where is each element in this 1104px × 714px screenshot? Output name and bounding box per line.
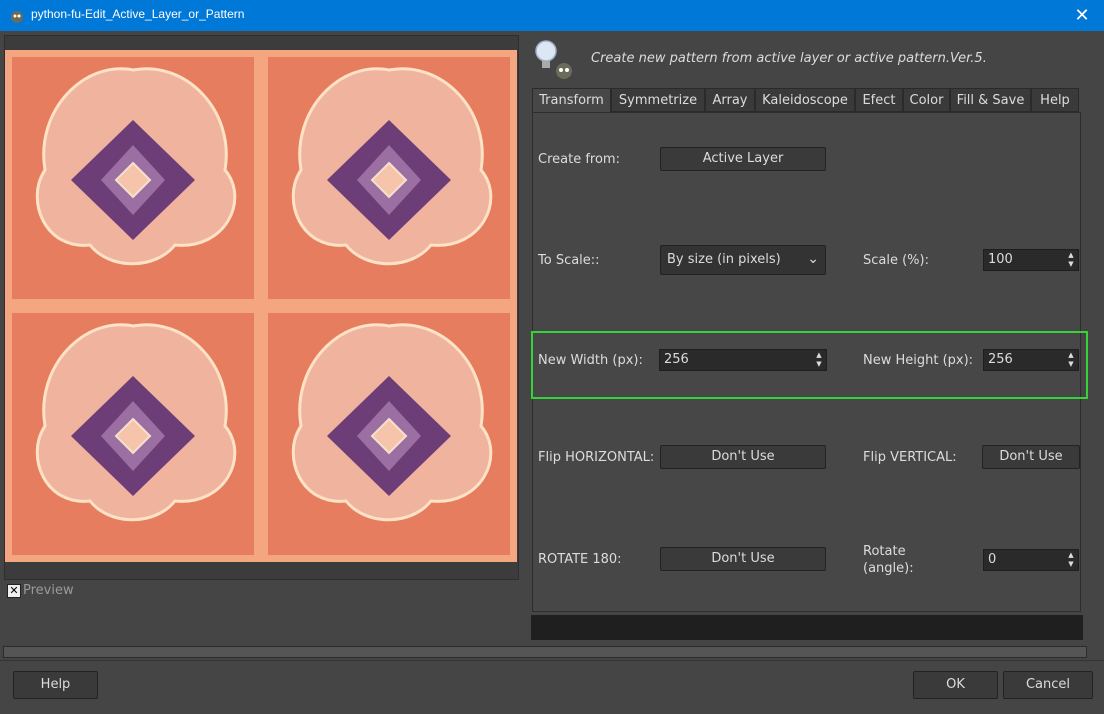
cancel-button[interactable]: Cancel — [1003, 671, 1093, 699]
new-width-value: 256 — [664, 352, 689, 367]
rotate-angle-label: Rotate — [863, 544, 906, 559]
new-height-value: 256 — [988, 352, 1013, 367]
progress-bar — [531, 615, 1083, 640]
close-icon[interactable]: ✕ — [1060, 0, 1104, 31]
preview-label: Preview — [23, 583, 74, 598]
new-height-label: New Height (px): — [863, 353, 974, 368]
spin-up-icon[interactable]: ▲ — [1066, 251, 1076, 260]
flip-horizontal-label: Flip HORIZONTAL: — [538, 450, 655, 465]
spin-up-icon[interactable]: ▲ — [1066, 351, 1076, 360]
rotate-angle-spinner[interactable]: 0 ▲ ▼ — [983, 549, 1079, 571]
new-width-spinner[interactable]: 256 ▲ ▼ — [659, 349, 827, 371]
rotate-180-button[interactable]: Don't Use — [660, 547, 826, 571]
spin-down-icon[interactable]: ▼ — [1066, 560, 1076, 569]
tab-symmetrize[interactable]: Symmetrize — [611, 88, 705, 112]
new-height-spinner[interactable]: 256 ▲ ▼ — [983, 349, 1079, 371]
divider — [0, 660, 1104, 661]
new-width-label: New Width (px): — [538, 353, 643, 368]
rotate-angle-label-2: (angle): — [863, 561, 914, 576]
to-scale-label: To Scale:: — [538, 253, 600, 268]
header-description: Create new pattern from active layer or … — [591, 51, 987, 66]
spin-down-icon[interactable]: ▼ — [1066, 260, 1076, 269]
gimp-icon — [11, 11, 23, 23]
chevron-down-icon: ⌄ — [807, 251, 819, 267]
tab-kaleidoscope[interactable]: Kaleidoscope — [755, 88, 855, 112]
title-bar: python-fu-Edit_Active_Layer_or_Pattern ✕ — [0, 0, 1104, 31]
tab-help[interactable]: Help — [1031, 88, 1079, 112]
rotate-angle-value: 0 — [988, 552, 997, 567]
spin-down-icon[interactable]: ▼ — [1066, 360, 1076, 369]
flip-vertical-button[interactable]: Don't Use — [982, 445, 1080, 469]
scale-percent-spinner[interactable]: 100 ▲ ▼ — [983, 249, 1079, 271]
scale-percent-value: 100 — [988, 252, 1013, 267]
preview-image — [5, 50, 517, 562]
tab-array[interactable]: Array — [705, 88, 755, 112]
tab-color[interactable]: Color — [903, 88, 950, 112]
horizontal-scrollbar[interactable] — [3, 646, 1087, 658]
spin-up-icon[interactable]: ▲ — [1066, 551, 1076, 560]
tab-fill-save[interactable]: Fill & Save — [950, 88, 1031, 112]
flip-vertical-label: Flip VERTICAL: — [863, 450, 957, 465]
spin-down-icon[interactable]: ▼ — [814, 360, 824, 369]
create-from-label: Create from: — [538, 152, 620, 167]
help-button[interactable]: Help — [13, 671, 98, 699]
tab-transform[interactable]: Transform — [532, 88, 611, 113]
preview-checkbox[interactable]: ✕ — [7, 584, 21, 598]
flip-horizontal-button[interactable]: Don't Use — [660, 445, 826, 469]
rotate-180-label: ROTATE 180: — [538, 552, 622, 567]
scale-percent-label: Scale (%): — [863, 253, 929, 268]
lightbulb-icon — [535, 40, 572, 79]
create-from-button[interactable]: Active Layer — [660, 147, 826, 171]
tab-efect[interactable]: Efect — [855, 88, 903, 112]
to-scale-dropdown[interactable]: By size (in pixels) ⌄ — [660, 245, 826, 275]
window-title: python-fu-Edit_Active_Layer_or_Pattern — [31, 7, 245, 21]
spin-up-icon[interactable]: ▲ — [814, 351, 824, 360]
to-scale-value: By size (in pixels) — [667, 252, 781, 267]
ok-button[interactable]: OK — [913, 671, 998, 699]
